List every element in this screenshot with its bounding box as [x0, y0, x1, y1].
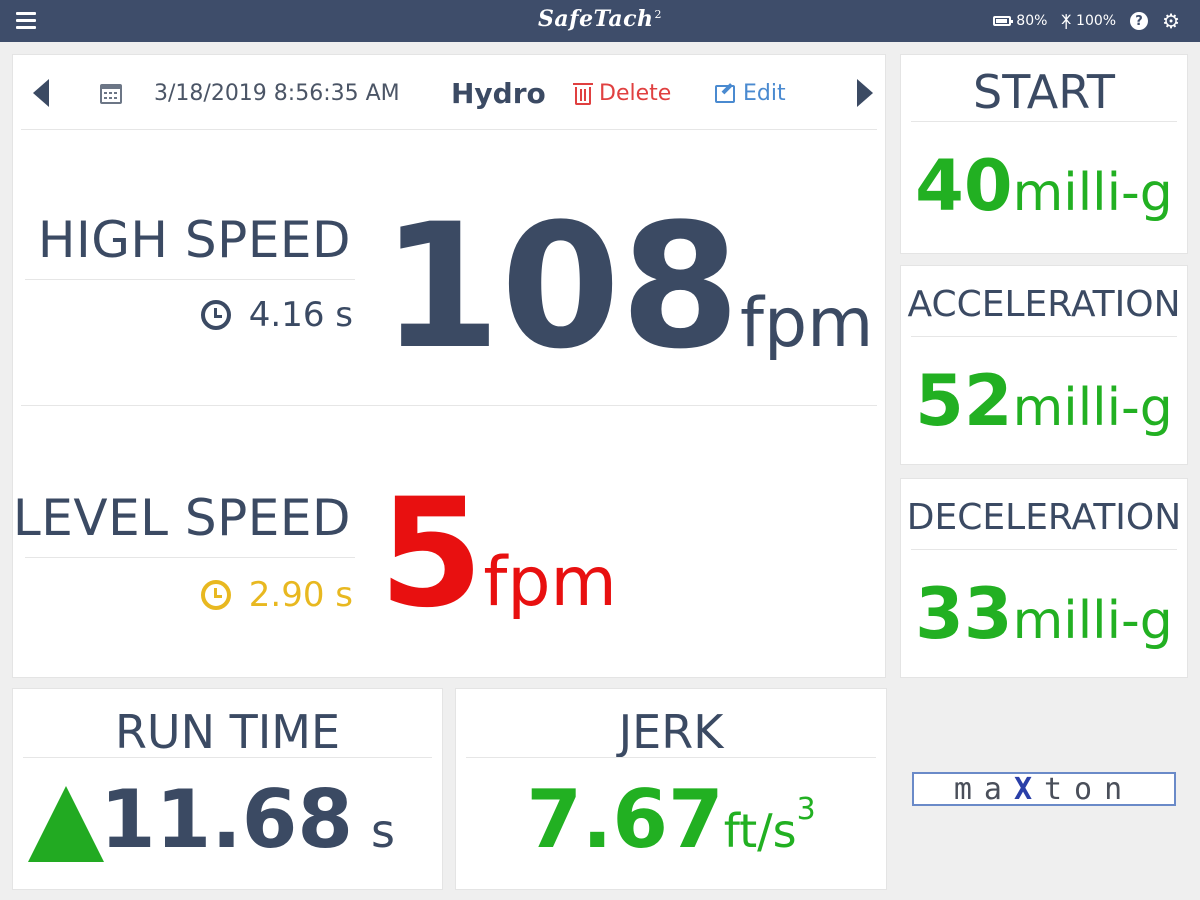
clock-icon: [200, 300, 231, 330]
acceleration-label: ACCELERATION: [907, 284, 1181, 325]
acceleration-value: 52milli-g: [901, 366, 1187, 436]
trash-icon: [573, 82, 593, 105]
high-speed-number: 108: [381, 186, 741, 387]
gear-icon[interactable]: ⚙: [1162, 11, 1180, 31]
level-speed-unit: fpm: [483, 543, 617, 622]
level-speed-time-value: 2.90 s: [248, 575, 353, 615]
level-speed-time: 2.90 s: [200, 575, 353, 615]
level-speed-label: LEVEL SPEED: [12, 489, 351, 547]
start-unit: milli-g: [1012, 163, 1173, 223]
start-label: START: [973, 65, 1115, 119]
record-type: Hydro: [451, 77, 546, 110]
level-speed-value: 5fpm: [379, 479, 617, 629]
acceleration-unit: milli-g: [1012, 378, 1173, 438]
bluetooth-icon: ᛡ: [1061, 11, 1072, 31]
divider: [25, 557, 355, 558]
divider: [911, 121, 1177, 122]
divider: [25, 279, 355, 280]
delete-label: Delete: [599, 81, 672, 106]
divider: [911, 549, 1177, 550]
high-speed-unit: fpm: [740, 284, 874, 363]
acceleration-number: 52: [915, 360, 1013, 442]
jerk-value: 7.67ft/s3: [455, 780, 887, 860]
divider: [21, 129, 877, 130]
deceleration-unit: milli-g: [1012, 591, 1173, 651]
start-value: 40milli-g: [901, 151, 1187, 221]
logo-text: SafeTach: [537, 6, 654, 32]
divider: [911, 336, 1177, 337]
record-nav: 3/18/2019 8:56:35 AM Hydro Delete Edit: [13, 55, 885, 131]
deceleration-panel: DECELERATION 33milli-g: [900, 478, 1188, 678]
top-bar: SafeTach2 80% ᛡ 100% ? ⚙: [0, 0, 1200, 42]
logo-superscript: 2: [654, 7, 662, 21]
start-number: 40: [915, 145, 1013, 227]
jerk-number: 7.67: [526, 773, 724, 866]
jerk-label: JERK: [618, 705, 724, 759]
high-speed-value: 108fpm: [381, 201, 873, 373]
deceleration-value: 33milli-g: [901, 579, 1187, 649]
run-time-number: 11.68: [100, 773, 354, 866]
run-time-label: RUN TIME: [114, 705, 341, 759]
arrow-left-icon[interactable]: [33, 79, 49, 107]
battery-status: 80%: [993, 13, 1047, 29]
level-speed-number: 5: [379, 467, 484, 641]
logo-part: ma: [953, 771, 1014, 807]
start-panel: START 40milli-g: [900, 54, 1188, 254]
record-date-time: 3/18/2019 8:56:35 AM: [154, 81, 400, 106]
jerk-unit-text: ft/s: [723, 804, 797, 858]
high-speed-time: 4.16 s: [200, 295, 353, 335]
edit-icon: [715, 84, 735, 103]
arrow-right-icon[interactable]: [857, 79, 873, 107]
deceleration-label: DECELERATION: [906, 497, 1182, 538]
run-time-value: 11.68 s: [100, 780, 395, 860]
arrow-up-icon: [28, 786, 104, 862]
battery-label: 80%: [1016, 13, 1048, 29]
high-speed-label: HIGH SPEED: [37, 211, 351, 269]
acceleration-panel: ACCELERATION 52milli-g: [900, 265, 1188, 465]
bluetooth-status: ᛡ 100%: [1061, 12, 1116, 31]
jerk-unit: ft/s3: [723, 795, 816, 858]
help-icon[interactable]: ?: [1130, 12, 1149, 30]
main-panel: 3/18/2019 8:56:35 AM Hydro Delete Edit H…: [12, 54, 886, 678]
delete-button[interactable]: Delete: [573, 81, 672, 106]
calendar-icon: [100, 84, 122, 104]
edit-button[interactable]: Edit: [715, 81, 786, 106]
status-area: 80% ᛡ 100% ? ⚙: [993, 0, 1180, 42]
divider: [466, 757, 876, 758]
clock-icon: [200, 580, 231, 610]
divider: [21, 405, 877, 406]
bluetooth-label: 100%: [1076, 13, 1117, 29]
edit-label: Edit: [743, 81, 786, 106]
battery-icon: [993, 16, 1014, 26]
maxton-logo: ma Xton: [912, 771, 1176, 807]
high-speed-time-value: 4.16 s: [248, 295, 353, 335]
logo-part: ton: [1044, 771, 1135, 807]
deceleration-number: 33: [915, 573, 1013, 655]
divider: [23, 757, 432, 758]
battery-fill: [996, 19, 1008, 23]
logo-part: X: [1013, 771, 1044, 807]
run-time-unit: s: [371, 804, 396, 858]
jerk-unit-exponent: 3: [796, 792, 816, 827]
